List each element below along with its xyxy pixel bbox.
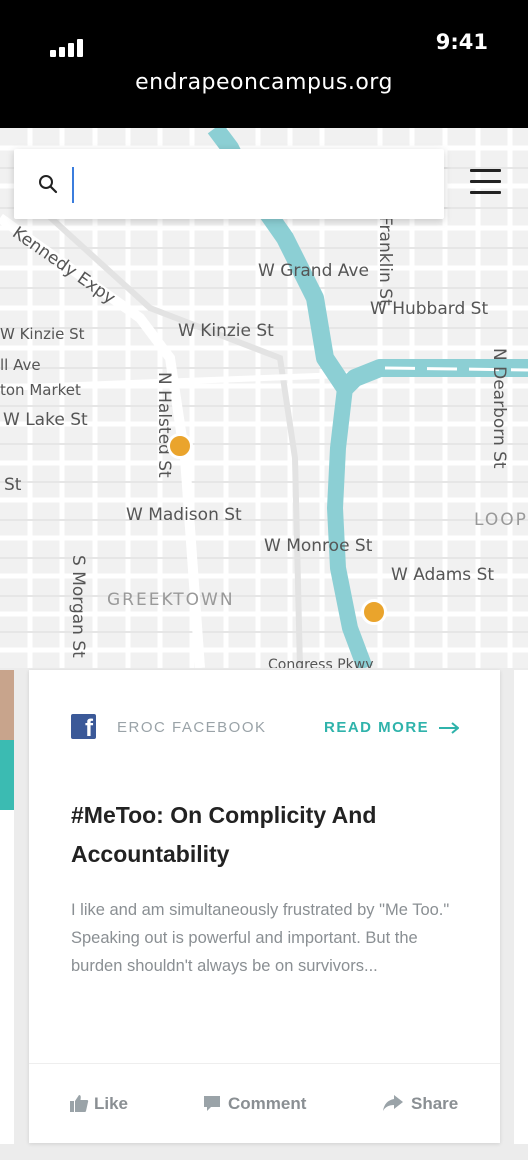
share-icon: [383, 1095, 403, 1111]
map-label-n-dearborn-st: N Dearborn St: [489, 348, 509, 469]
map-pin[interactable]: [167, 433, 193, 459]
arrow-right-icon[interactable]: [439, 722, 459, 734]
search-input[interactable]: [72, 167, 432, 203]
search-box[interactable]: [14, 149, 444, 219]
thumbs-up-icon: [70, 1095, 89, 1112]
signal-icon: [50, 37, 86, 57]
map-label-loop: LOOP: [474, 510, 528, 530]
map-label-fulton-market: ton Market: [0, 381, 81, 399]
share-button[interactable]: Share: [382, 1092, 472, 1116]
post-source: EROC FACEBOOK: [117, 719, 267, 736]
facebook-icon: f: [71, 714, 96, 739]
post-title[interactable]: #MeToo: On Complicity And Accountability: [71, 796, 471, 874]
map-label-greektown: GREEKTOWN: [107, 590, 235, 610]
search-icon: [39, 175, 58, 194]
comment-label: Comment: [228, 1094, 307, 1113]
share-label: Share: [411, 1094, 459, 1113]
map-label-congress-pkwy: Congress Pkwy: [268, 657, 374, 668]
map-label-w-kinzie-st-left: W Kinzie St: [0, 325, 85, 343]
read-more-link[interactable]: READ MORE: [324, 719, 429, 736]
divider: [29, 1063, 500, 1064]
post-excerpt: I like and am simultaneously frustrated …: [71, 901, 450, 975]
map-label-w-monroe-st: W Monroe St: [264, 536, 373, 556]
map-label-franklin-st: Franklin St: [375, 216, 395, 306]
map-label-n-halsted-st: N Halsted St: [154, 372, 174, 478]
map-label-lake-ave: ll Ave: [0, 356, 41, 374]
map-label-w-lake-st: W Lake St: [3, 410, 88, 430]
previous-card-accent: [0, 740, 14, 810]
url-bar[interactable]: endrapeoncampus.org: [0, 70, 528, 95]
map-label-w-grand-ave: W Grand Ave: [258, 261, 369, 281]
status-bar: 9:41 endrapeoncampus.org: [0, 0, 528, 128]
previous-card-image: [0, 670, 14, 740]
map-label-w-hubbard-st: W Hubbard St: [370, 299, 489, 319]
previous-card[interactable]: [0, 670, 14, 1144]
like-button[interactable]: Like: [69, 1092, 139, 1116]
post-card[interactable]: f EROC FACEBOOK READ MORE #MeToo: On Com…: [29, 670, 500, 1143]
map-pin[interactable]: [361, 599, 387, 625]
menu-icon[interactable]: [470, 169, 501, 195]
clock: 9:41: [435, 30, 488, 54]
comment-icon: [204, 1096, 220, 1111]
like-label: Like: [94, 1094, 129, 1113]
map-label-st: St: [4, 475, 22, 495]
map-label-w-madison-st: W Madison St: [126, 505, 242, 525]
map-label-s-morgan-st: S Morgan St: [68, 555, 88, 658]
comment-button[interactable]: Comment: [202, 1092, 322, 1116]
map-label-w-adams-st: W Adams St: [391, 565, 495, 585]
map-label-w-kinzie-st: W Kinzie St: [178, 321, 274, 341]
next-card[interactable]: [514, 670, 528, 1144]
